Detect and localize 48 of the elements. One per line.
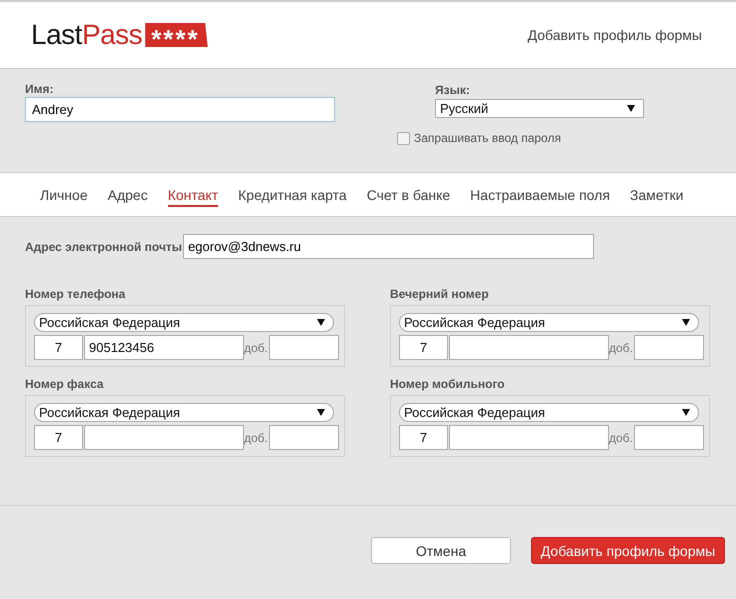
phone-number-field[interactable] <box>84 425 244 450</box>
language-dropdown[interactable]: Русский <box>435 99 644 118</box>
dropdown-arrow-icon <box>682 319 690 326</box>
dropdown-arrow-icon <box>627 105 635 112</box>
dropdown-arrow-icon <box>682 409 690 416</box>
page-title: Добавить профиль формы <box>528 27 702 43</box>
field-label: Номер телефона <box>25 287 126 303</box>
country-dropdown[interactable]: Российская Федерация <box>34 403 334 422</box>
field-label: Язык: <box>435 83 471 97</box>
tab[interactable]: Адрес <box>108 186 148 206</box>
field-label: Адрес электронной почты <box>25 240 182 254</box>
country-dropdown[interactable]: Российская Федерация <box>399 403 699 422</box>
dropdown-arrow-icon <box>317 319 325 326</box>
extension-label: доб. <box>244 430 268 444</box>
cancel-button[interactable]: Отмена <box>371 537 511 564</box>
country-code-field[interactable]: 7 <box>399 335 448 360</box>
phone-number-field[interactable] <box>449 335 609 360</box>
country-code-field[interactable]: 7 <box>399 425 448 450</box>
field-label: Номер мобильного <box>390 377 506 393</box>
extension-field[interactable] <box>268 335 339 360</box>
tab[interactable]: Настраиваемые поля <box>470 186 610 206</box>
tab[interactable]: Заметки <box>630 186 684 206</box>
country-code-field[interactable]: 7 <box>34 335 83 360</box>
dropdown-arrow-icon <box>317 409 325 416</box>
extension-field[interactable] <box>634 425 704 450</box>
submit-button[interactable]: Добавить профиль формы <box>531 537 725 564</box>
name-field[interactable]: Andrey <box>25 97 335 122</box>
extension-field[interactable] <box>268 425 339 450</box>
tab[interactable]: Кредитная карта <box>238 186 347 206</box>
country-code-field[interactable]: 7 <box>34 425 83 450</box>
extension-field[interactable] <box>634 335 704 360</box>
country-dropdown[interactable]: Российская Федерация <box>399 313 699 332</box>
lastpass-logo: LastPass **** <box>31 19 208 51</box>
phone-number-field[interactable]: 905123456 <box>84 335 244 360</box>
email-field[interactable]: egorov@3dnews.ru <box>183 234 594 259</box>
field-label: Номер факса <box>25 377 105 393</box>
field-label: Вечерний номер <box>390 287 490 303</box>
extension-label: доб. <box>244 340 268 354</box>
extension-label: доб. <box>609 430 633 444</box>
checkbox-label: Запрашивать ввод пароля <box>414 131 561 145</box>
tab[interactable]: Контакт <box>168 186 218 206</box>
extension-label: доб. <box>609 340 633 354</box>
tab[interactable]: Счет в банке <box>366 186 450 206</box>
phone-number-field[interactable] <box>449 425 609 450</box>
checkbox[interactable] <box>397 132 410 144</box>
tab[interactable]: Личное <box>40 186 88 206</box>
country-dropdown[interactable]: Российская Федерация <box>34 313 334 332</box>
field-label: Имя: <box>25 82 54 96</box>
